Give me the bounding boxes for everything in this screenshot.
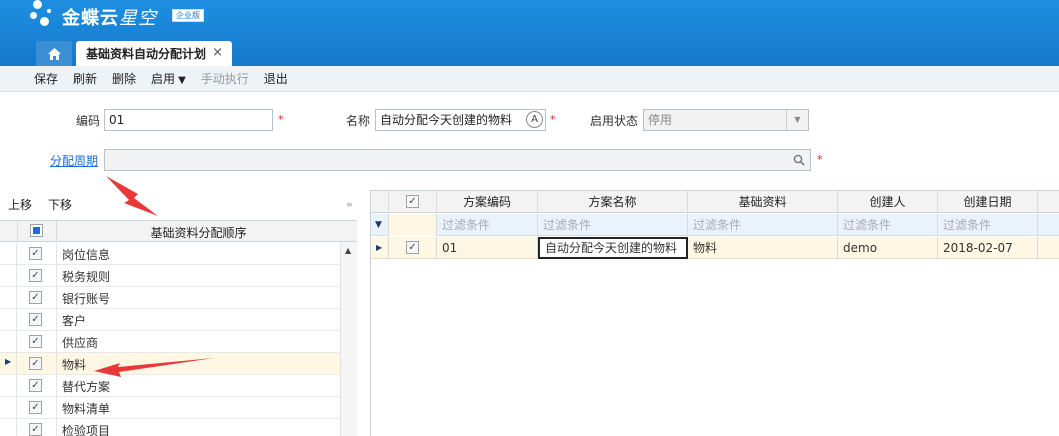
tab-title: 基础资料自动分配计划 [86,47,207,61]
row-checkbox[interactable]: ✓ [29,335,42,348]
row-checkbox[interactable]: ✓ [29,423,42,436]
list-item[interactable]: ✓ 银行账号 [0,287,340,309]
status-value: 停用 [648,113,673,127]
scroll-up-icon[interactable]: ▲ [345,246,351,255]
left-column-header: 基础资料分配顺序 [150,226,247,240]
select-all-checkbox[interactable]: ✓ [406,195,419,208]
brand-logo: 金蝶云星空 [62,8,157,29]
home-icon [47,47,61,60]
multilang-icon[interactable]: A [526,111,543,128]
list-item-selected[interactable]: ▶ ✓ 物料 [0,353,340,375]
period-link[interactable]: 分配周期 [50,152,98,169]
row-checkbox[interactable]: ✓ [29,313,42,326]
filter-creator[interactable]: 过滤条件 [838,214,938,236]
filter-basedata[interactable]: 过滤条件 [688,214,838,236]
exit-button[interactable]: 退出 [264,70,288,87]
current-row-icon: ▶ [5,357,12,366]
plan-grid-header: ✓ 方案编码 方案名称 基础资料 创建人 创建日期 [371,191,1059,213]
status-label: 启用状态 [590,114,639,128]
logo-dots-icon [30,0,60,30]
home-tab[interactable] [36,41,72,66]
filter-date[interactable]: 过滤条件 [938,214,1038,236]
left-scrollbar[interactable]: ▲ [340,242,357,436]
delete-button[interactable]: 删除 [112,70,136,87]
enable-dropdown-button[interactable]: 启用 ▼ [151,70,186,87]
list-item[interactable]: ✓ 替代方案 [0,375,340,397]
save-button[interactable]: 保存 [34,70,58,87]
row-checkbox[interactable]: ✓ [29,357,42,370]
col-basedata[interactable]: 基础资料 [688,191,838,213]
select-all-checkbox[interactable] [30,224,43,237]
cell-creator[interactable]: demo [838,237,938,259]
caret-down-icon: ▼ [178,75,186,86]
basedata-order-grid: 基础资料分配顺序 ✓ 岗位信息 ✓ 税务规则 ✓ 银行账号 ✓ 客户 ✓ 供应商 ▶ ✓ 物料… [0,220,357,436]
toolbar: 保存 刷新 删除 启用 ▼ 手动执行 退出 [0,66,1059,92]
cell-name-editing[interactable]: 自动分配今天创建的物料 [538,237,688,259]
cell-basedata[interactable]: 物料 [688,237,838,259]
cell-code[interactable]: 01 [437,237,538,259]
chevron-down-icon: ▼ [786,110,808,130]
name-input[interactable]: 自动分配今天创建的物料 A [375,109,546,131]
name-label: 名称 [346,114,371,128]
table-row[interactable]: ▶ ✓ 01 自动分配今天创建的物料 物料 demo 2018-02-07 [371,237,1059,259]
tab-auto-assign-plan[interactable]: 基础资料自动分配计划 × [76,41,232,66]
move-down-button[interactable]: 下移 [48,196,72,213]
refresh-button[interactable]: 刷新 [73,70,97,87]
filter-row: ▼ 过滤条件 过滤条件 过滤条件 过滤条件 过滤条件 [371,214,1059,236]
row-checkbox[interactable]: ✓ [29,269,42,282]
name-value: 自动分配今天创建的物料 [380,113,513,127]
search-icon[interactable] [793,154,805,166]
col-code[interactable]: 方案编码 [437,191,538,213]
code-label: 编码 [76,114,101,128]
list-item[interactable]: ✓ 客户 [0,309,340,331]
filter-code[interactable]: 过滤条件 [437,214,538,236]
row-checkbox[interactable]: ✓ [29,247,42,260]
filter-name[interactable]: 过滤条件 [538,214,688,236]
current-row-icon: ▶ [371,237,389,259]
col-date[interactable]: 创建日期 [938,191,1038,213]
app-header: 金蝶云星空 企业版 基础资料自动分配计划 × [0,0,1059,66]
row-checkbox[interactable]: ✓ [29,291,42,304]
status-select[interactable]: 停用 ▼ [643,109,809,131]
cell-date[interactable]: 2018-02-07 [938,237,1038,259]
list-item[interactable]: ✓ 岗位信息 [0,243,340,265]
filter-icon: ▼ [371,214,389,236]
list-item[interactable]: ✓ 物料清单 [0,397,340,419]
code-input[interactable]: 01 [104,109,273,131]
required-mark: * [278,113,284,126]
enable-label: 启用 [151,72,176,86]
list-item[interactable]: ✓ 供应商 [0,331,340,353]
close-tab-icon[interactable]: × [212,45,223,60]
manual-run-button[interactable]: 手动执行 [201,70,249,87]
col-name[interactable]: 方案名称 [538,191,688,213]
edition-badge: 企业版 [172,9,204,22]
required-mark: * [550,113,556,126]
list-item[interactable]: ✓ 税务规则 [0,265,340,287]
col-creator[interactable]: 创建人 [838,191,938,213]
required-mark: * [817,153,823,166]
row-checkbox[interactable]: ✓ [406,241,419,254]
row-checkbox[interactable]: ✓ [29,401,42,414]
plan-grid: ✓ 方案编码 方案名称 基础资料 创建人 创建日期 ▼ 过滤条件 过滤条件 过滤… [370,190,1059,436]
period-input[interactable] [104,149,811,171]
move-up-button[interactable]: 上移 [8,196,32,213]
row-checkbox[interactable]: ✓ [29,379,42,392]
annotation-arrow-period [106,176,158,216]
grip-icon: ≡ [346,200,353,209]
list-item[interactable]: ✓ 检验项目 [0,419,340,436]
left-grid-header: 基础资料分配顺序 [0,221,357,242]
